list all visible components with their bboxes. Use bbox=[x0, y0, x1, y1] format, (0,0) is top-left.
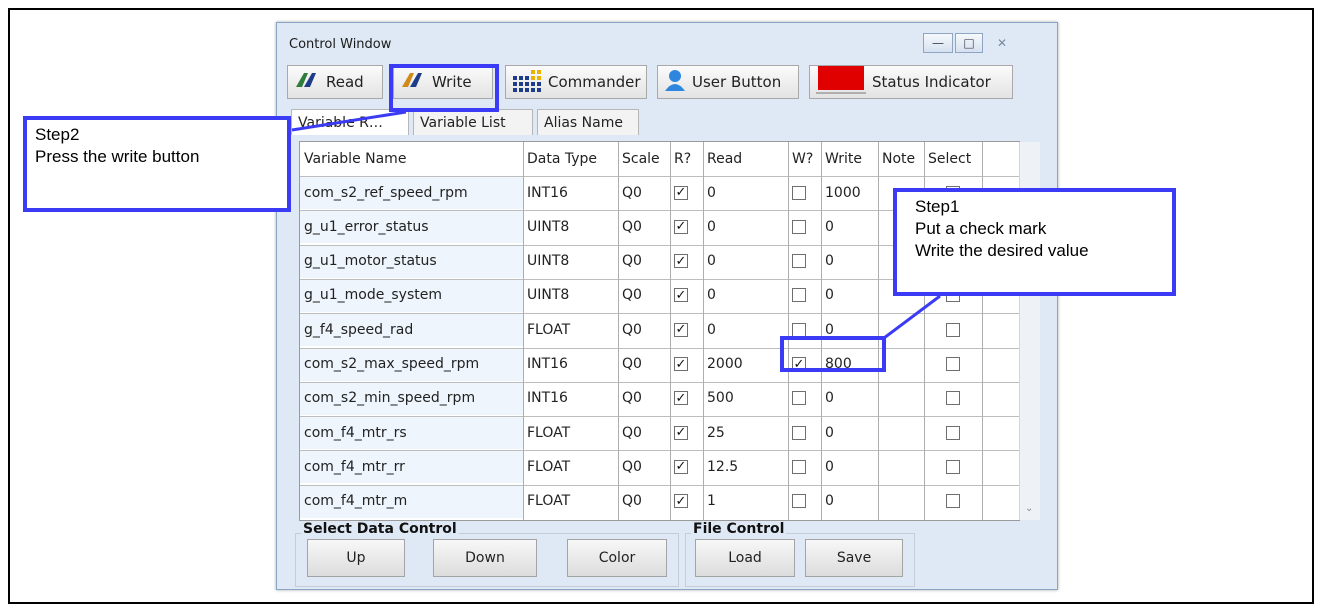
step2-text: Press the write button bbox=[35, 147, 200, 166]
step2-title: Step2 bbox=[35, 125, 80, 144]
step2-connector bbox=[291, 110, 407, 132]
callout-connectors bbox=[291, 110, 941, 340]
step2-callout: Step2 Press the write button bbox=[23, 116, 291, 212]
step1-callout: Step1 Put a check mark Write the desired… bbox=[893, 188, 1176, 296]
step1-line1: Put a check mark bbox=[915, 219, 1047, 238]
step1-line2: Write the desired value bbox=[915, 241, 1089, 260]
step1-title: Step1 bbox=[915, 197, 960, 216]
step1-connector bbox=[883, 294, 941, 340]
